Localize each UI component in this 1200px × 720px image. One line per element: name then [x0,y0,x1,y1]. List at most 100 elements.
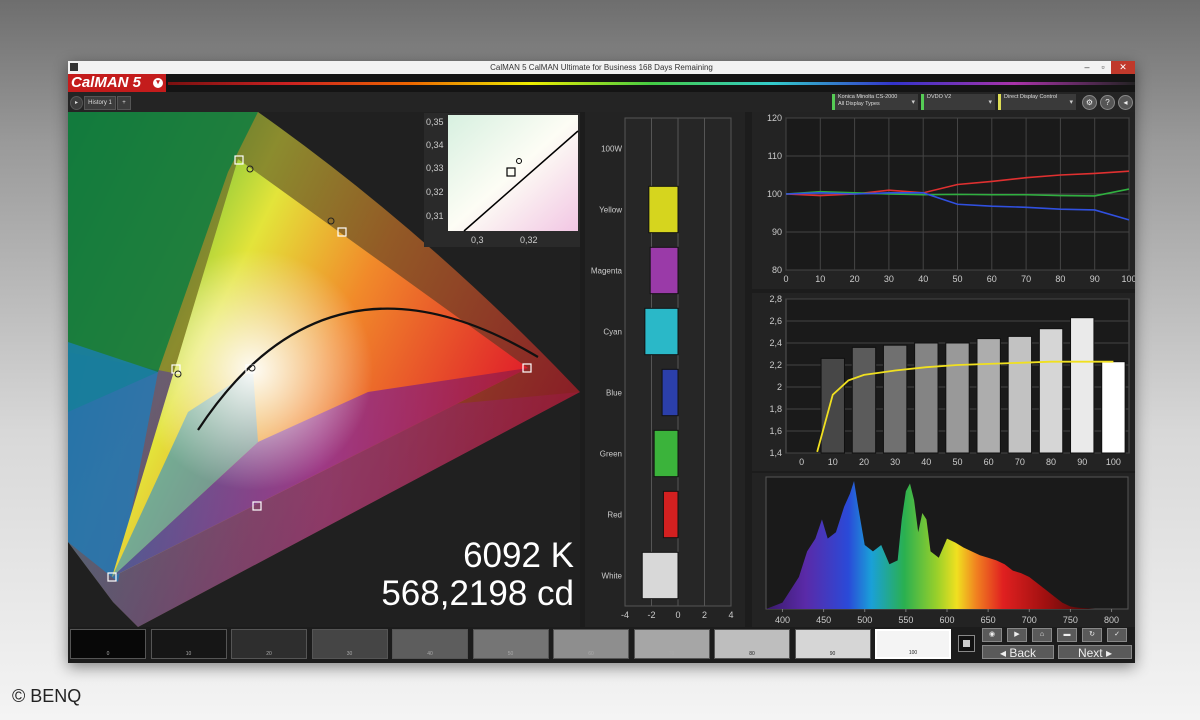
row-label: Magenta [591,267,623,276]
close-button[interactable]: ✕ [1111,61,1135,74]
gamma-bar [882,344,908,454]
calman-logo[interactable]: CalMAN 5 ▾ [68,74,166,92]
patch-label: 0 [106,651,110,657]
x-tick-label: 0 [783,274,788,284]
x-tick-label: 100 [1106,457,1121,467]
grayscale-patch[interactable]: 60 [553,629,629,659]
play-icon[interactable]: ▶ [1007,628,1027,642]
x-tick-label: -2 [647,610,655,620]
patch-label: 50 [507,651,514,657]
minimize-button[interactable]: – [1079,61,1095,74]
x-tick-label: 700 [1022,615,1037,625]
chevron-down-icon: ▾ [1069,99,1073,106]
patch-label: 20 [266,651,272,657]
row-label: Blue [606,389,623,398]
x-tick-label: 20 [859,457,869,467]
home-icon[interactable]: ⌂ [1032,628,1052,642]
chevron-down-icon: ▾ [911,99,915,106]
next-button[interactable]: Next ▸ [1058,645,1132,660]
grayscale-patch[interactable]: 0 [70,629,146,659]
back-arrow-icon: ◂ [999,646,1010,660]
nav-arrow-icon[interactable]: ▸ [70,96,83,110]
deviation-bar [648,185,679,234]
tab-history-1[interactable]: History 1 [84,96,116,110]
row-label: Cyan [603,328,622,337]
y-tick-label: 2,8 [769,294,782,304]
x-tick-label: -4 [621,610,629,620]
meter-select[interactable]: Konica Minolta CS-2000 All Display Types… [832,94,918,110]
record-icon[interactable]: ▬ [1057,628,1077,642]
help-icon[interactable]: ? [1100,95,1115,110]
deviation-bar [662,490,679,539]
maximize-button[interactable]: ▫ [1095,61,1111,74]
chevron-down-icon: ▾ [988,99,992,106]
y-tick-label: 110 [768,151,782,161]
grayscale-patch[interactable]: 90 [794,629,871,659]
patch-label: 60 [588,651,594,657]
y-tick-label: 90 [772,227,782,237]
display-select[interactable]: Direct Display Control ▾ [998,94,1076,110]
refresh-icon[interactable]: ↻ [1082,628,1102,642]
patch-label: 80 [749,651,755,657]
calman-window: CalMAN 5 CalMAN Ultimate for Business 16… [68,61,1137,663]
read-icon[interactable]: ◉ [982,628,1002,642]
x-tick-label: 400 [775,615,790,625]
y-tick-label: 1,6 [769,426,782,436]
gear-icon[interactable]: ⚙ [1082,95,1097,110]
app-icon [70,63,78,71]
x-tick-label: 450 [816,615,831,625]
next-label: Next [1077,646,1103,660]
grayscale-patch[interactable]: 50 [472,629,549,659]
back-icon[interactable]: ◂ [1118,95,1133,110]
x-tick-label: 50 [952,457,962,467]
grayscale-patch[interactable]: 70 [633,629,710,659]
x-tick-label: 80 [1046,457,1056,467]
grayscale-patch[interactable]: 80 [714,629,790,659]
x-tick-label: 600 [939,615,954,625]
row-label: 100W [601,145,622,154]
deviation-bar [661,368,679,417]
grayscale-patch[interactable]: 20 [231,629,307,659]
rgb-balance-chart: 12011010090800 10 20 30 40 50 60 70 80 90 100 [767,113,1137,284]
inset-y-tick: 0,32 [426,187,444,197]
inset-y-tick: 0,34 [426,140,444,150]
x-tick-label: 800 [1104,615,1119,625]
x-tick-label: 90 [1077,457,1087,467]
grayscale-patch[interactable]: 40 [392,629,468,659]
x-tick-label: 20 [850,274,860,284]
add-tab-button[interactable]: + [117,96,131,110]
gamma-bar [1007,335,1033,454]
inset-y-tick: 0,31 [426,211,444,221]
y-tick-label: 80 [772,265,782,275]
row-label: Yellow [599,206,622,215]
back-button[interactable]: ◂ Back [982,645,1054,660]
color-temperature-value: 6092 K [463,536,574,575]
row-label: White [602,572,623,581]
grayscale-patch[interactable]: 100 [875,629,951,659]
logo-text: CalMAN 5 [71,74,142,91]
y-tick-label: 120 [767,113,782,123]
y-tick-label: 2,4 [769,338,782,348]
x-tick-label: 650 [981,615,996,625]
source-select[interactable]: DVDO V2 ▾ [921,94,995,110]
color-deviation-chart: -4 -2 0 2 4 100W Yellow Magenta Cyan Blue Green Red… [591,117,734,620]
x-tick-label: 550 [898,615,913,625]
check-icon[interactable]: ✓ [1107,628,1127,642]
y-tick-label: 1,8 [769,404,782,414]
gamma-bar [851,346,877,454]
gamma-bar [945,342,970,454]
gamma-bar [820,357,845,454]
patch-label: 40 [427,651,433,657]
deviation-bar [653,429,679,478]
brand-bar: CalMAN 5 ▾ [68,74,1135,92]
stop-button[interactable] [958,635,975,652]
grayscale-patch[interactable]: 30 [311,629,388,659]
deviation-bar [644,307,679,356]
gamma-chart: 2,8 2,6 2,4 2,2 2 1,8 1,6 1,4 0 10 20 30 40 50 60 70 80 9… [769,294,1130,467]
inset-x-tick: 0,32 [520,235,538,245]
grayscale-patch[interactable]: 10 [150,629,227,659]
x-tick-label: 10 [815,274,825,284]
next-arrow-icon: ▸ [1102,646,1113,660]
gamma-bar [1101,361,1126,454]
spectrum-chart: 400 450 500 550 600 650 700 750 800 [765,476,1129,625]
